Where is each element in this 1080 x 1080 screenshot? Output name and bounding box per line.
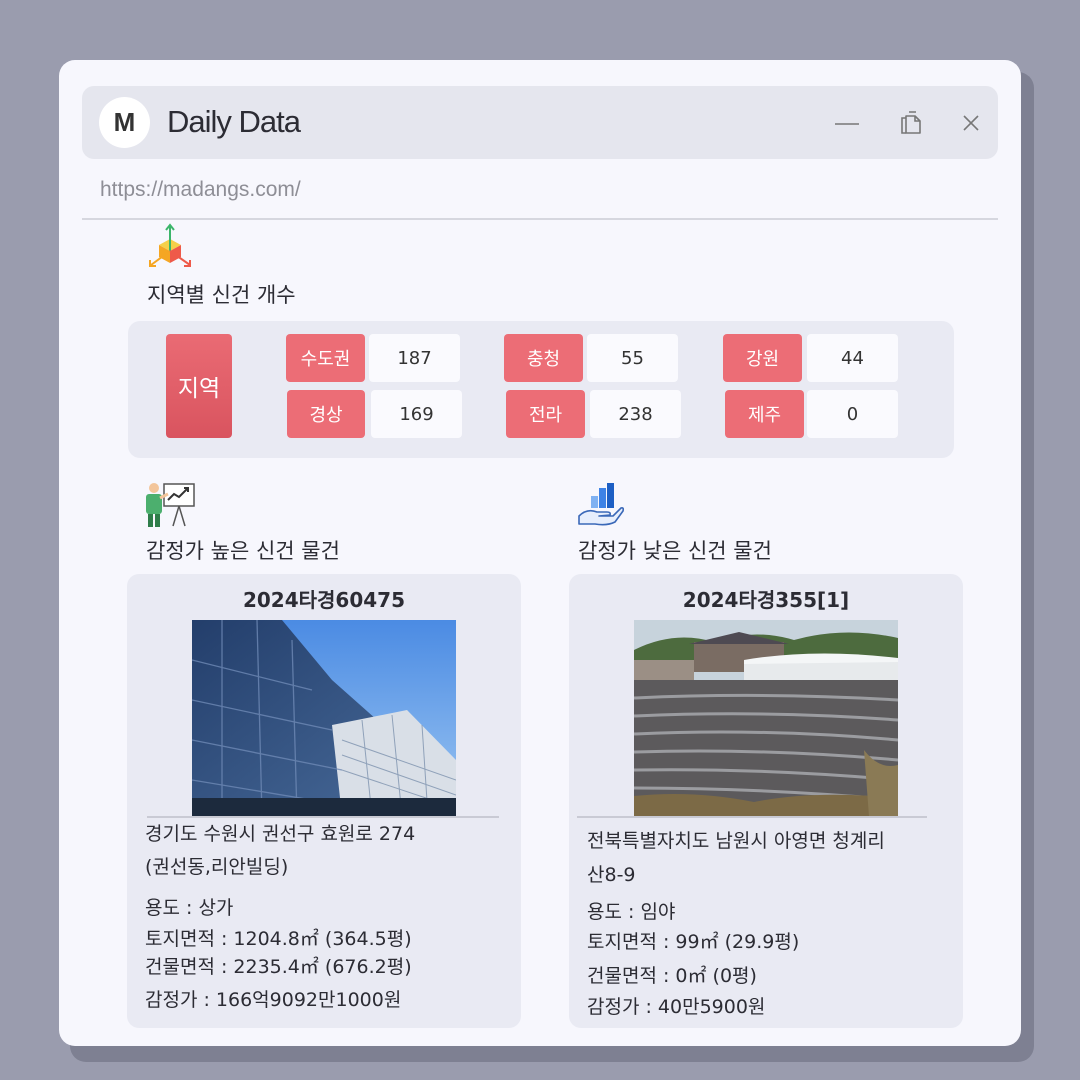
minimize-button[interactable]: [832, 108, 862, 138]
building-photo-image: [192, 620, 456, 816]
region-chip-jeolla[interactable]: 전라: [506, 390, 585, 438]
region-count-jeju: 0: [807, 390, 898, 438]
region-count-gangwon: 44: [807, 334, 898, 382]
region-count-panel: 지역 수도권 187 충청 55 강원 44 경상 169 전라 238 제주 …: [128, 321, 954, 458]
field-photo-image: [634, 620, 898, 816]
title-bar: M Daily Data: [82, 86, 998, 159]
low-usage: 용도 : 임야: [587, 901, 676, 923]
high-section-title: 감정가 높은 신건 물건: [146, 539, 340, 563]
url-text[interactable]: https://madangs.com/: [100, 178, 301, 202]
high-land-area: 토지면적 : 1204.8㎡ (364.5평): [145, 928, 412, 950]
low-land-area: 토지면적 : 99㎡ (29.9평): [587, 931, 800, 953]
copy-icon: [901, 111, 921, 134]
high-address-line1: 경기도 수원시 권선구 효원로 274: [145, 823, 416, 845]
3d-axes-icon: [149, 223, 191, 267]
low-appraisal: 감정가 : 40만5900원: [587, 996, 766, 1018]
region-count-chungcheong: 55: [587, 334, 678, 382]
region-count-gyeongsang: 169: [371, 390, 462, 438]
low-address-line1: 전북특별자치도 남원시 아영면 청계리: [587, 830, 885, 852]
high-usage: 용도 : 상가: [145, 897, 234, 919]
region-label: 지역: [166, 334, 232, 438]
header-divider: [82, 218, 998, 220]
high-building-area: 건물면적 : 2235.4㎡ (676.2평): [145, 956, 412, 978]
low-building-area: 건물면적 : 0㎡ (0평): [587, 965, 757, 987]
app-title: Daily Data: [167, 104, 301, 139]
high-address-line2: (권선동,리안빌딩): [145, 856, 289, 878]
app-window: M Daily Data https://madangs.com/ 지역별 신건…: [59, 60, 1021, 1046]
region-section-title: 지역별 신건 개수: [147, 283, 296, 307]
region-count-sudogwon: 187: [369, 334, 460, 382]
avatar: M: [99, 97, 150, 148]
minimize-icon: [835, 123, 859, 125]
low-case-number[interactable]: 2024타경355[1]: [569, 584, 963, 613]
low-section-title: 감정가 낮은 신건 물건: [578, 539, 772, 563]
close-button[interactable]: [956, 108, 986, 138]
high-appraisal: 감정가 : 166억9092만1000원: [145, 989, 402, 1011]
low-photo-divider: [577, 816, 927, 818]
low-property-photo[interactable]: [634, 620, 898, 816]
high-property-card[interactable]: 2024타경60475 경기도 수원시 권선구 효원로 274 (권선동,리안빌…: [127, 574, 521, 1028]
low-address-line2: 산8-9: [587, 864, 636, 886]
region-count-jeolla: 238: [590, 390, 681, 438]
high-property-photo[interactable]: [192, 620, 456, 816]
low-property-card[interactable]: 2024타경355[1] 전북특별자치도 남원시 아영면 청계리 산8-9 용도…: [569, 574, 963, 1028]
region-chip-gyeongsang[interactable]: 경상: [287, 390, 365, 438]
hand-bar-chart-icon: [578, 483, 625, 526]
region-chip-sudogwon[interactable]: 수도권: [286, 334, 365, 382]
region-chip-chungcheong[interactable]: 충청: [504, 334, 583, 382]
high-case-number[interactable]: 2024타경60475: [127, 584, 521, 613]
region-chip-gangwon[interactable]: 강원: [723, 334, 802, 382]
copy-button[interactable]: [896, 108, 926, 138]
region-chip-jeju[interactable]: 제주: [725, 390, 804, 438]
close-icon: [963, 115, 979, 131]
presentation-chart-icon: [146, 483, 195, 527]
